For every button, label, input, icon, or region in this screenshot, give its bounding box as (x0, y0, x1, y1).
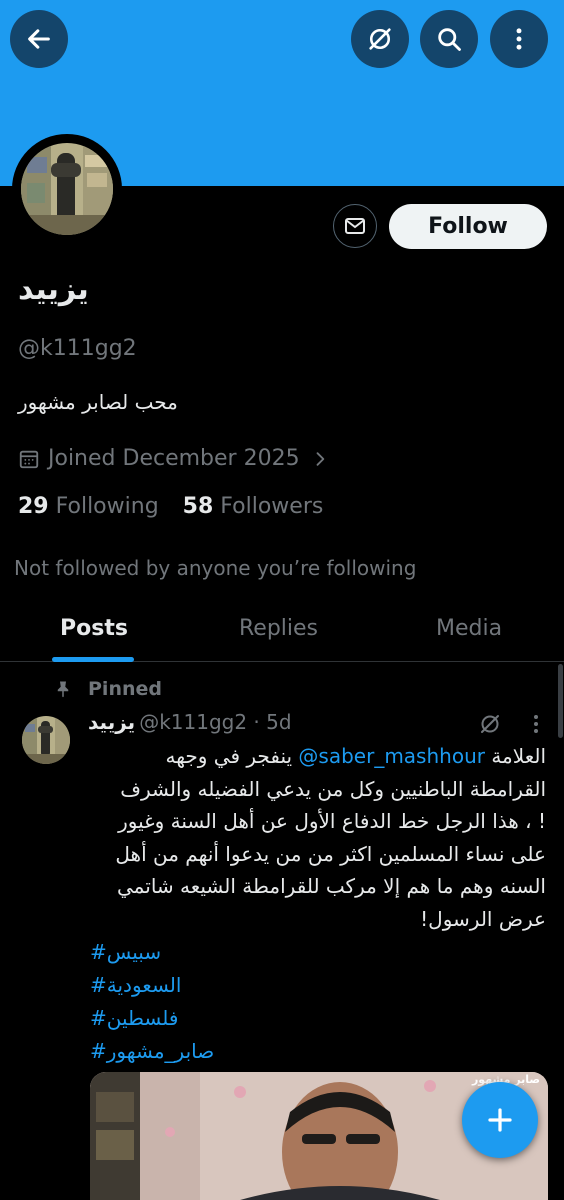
envelope-icon (345, 218, 365, 234)
grok-icon[interactable] (478, 712, 502, 736)
followers-count: 58 (182, 494, 214, 519)
joined-date: Joined December 2025 (48, 446, 300, 471)
follow-button[interactable]: Follow (389, 204, 547, 249)
following-count: 29 (18, 494, 49, 519)
hashtag-link[interactable]: #صابر_مشهور (90, 1035, 290, 1068)
hashtag-list: #سبيس #السعودية #فلسطين #صابر_مشهور (90, 936, 290, 1068)
post-body: العلامة @saber_mashhour ينفجر في وجهه ال… (106, 740, 546, 935)
pinned-text: Pinned (88, 678, 162, 700)
search-icon (438, 28, 461, 51)
not-followed-notice: Not followed by anyone you’re following (14, 556, 417, 580)
more-options-button[interactable] (490, 10, 548, 68)
avatar-image (21, 143, 113, 235)
scrollbar[interactable] (558, 664, 563, 738)
tab-replies[interactable]: Replies (239, 616, 318, 641)
post-meta: @k111gg2 · 5d (139, 710, 292, 734)
pinned-label: Pinned (54, 678, 162, 700)
profile-tabs: Posts Replies Media (0, 600, 564, 662)
mention-link[interactable]: @saber_mashhour (298, 744, 485, 768)
joined-row[interactable]: Joined December 2025 (18, 446, 330, 471)
compose-post-button[interactable] (462, 1082, 538, 1158)
followers-link[interactable]: 58 Followers (183, 494, 324, 519)
active-tab-indicator (52, 657, 134, 662)
hashtag-link[interactable]: #السعودية (90, 969, 290, 1002)
hashtag-link[interactable]: #سبيس (90, 936, 290, 969)
message-button[interactable] (333, 204, 377, 248)
back-button[interactable] (10, 10, 68, 68)
post-header: يزييد @k111gg2 · 5d (88, 710, 292, 734)
following-label: Following (55, 494, 159, 519)
hashtag-link[interactable]: #فلسطين (90, 1002, 290, 1035)
followers-label: Followers (220, 494, 324, 519)
calendar-icon (19, 450, 39, 468)
tab-media[interactable]: Media (436, 616, 502, 641)
follow-stats: 29 Following 58 Followers (18, 494, 323, 519)
pin-icon (57, 681, 69, 698)
grok-button[interactable] (351, 10, 409, 68)
profile-avatar[interactable] (12, 134, 122, 244)
post-author-avatar[interactable] (22, 716, 70, 764)
handle: @k111gg2 (18, 336, 137, 361)
post-more-icon[interactable] (526, 712, 546, 736)
display-name: يزييد (18, 272, 89, 307)
search-button[interactable] (420, 10, 478, 68)
bio: محب لصابر مشهور (18, 390, 178, 414)
chevron-right-icon (316, 451, 324, 466)
post-author-name[interactable]: يزييد (88, 710, 135, 734)
following-link[interactable]: 29 Following (18, 494, 159, 519)
plus-icon (488, 1108, 512, 1132)
more-vertical-icon (516, 28, 522, 50)
post-text-rest: ينفجر في وجهه القرامطة الباطنيين وكل من … (115, 744, 546, 931)
arrow-left-icon (28, 29, 50, 49)
tab-posts[interactable]: Posts (60, 616, 128, 641)
post-text-start: العلامة (484, 744, 546, 768)
grok-icon (369, 28, 391, 50)
